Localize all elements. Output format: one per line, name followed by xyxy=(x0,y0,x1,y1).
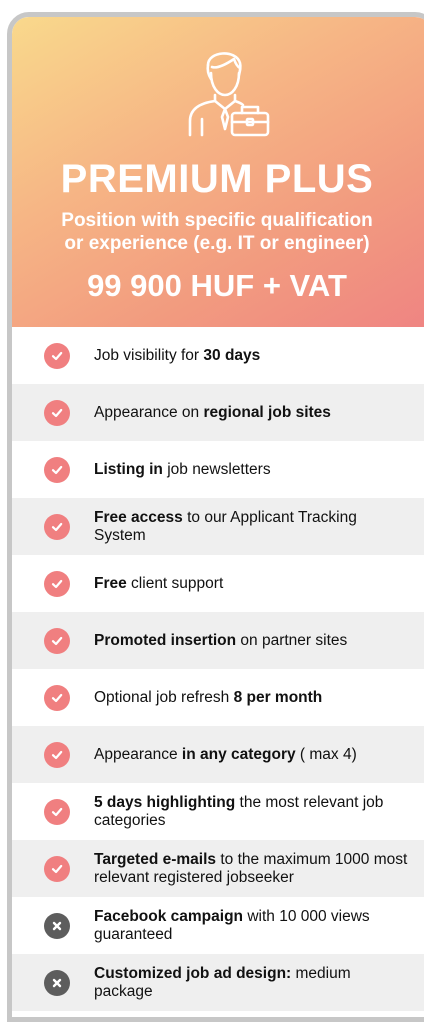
feature-row: Appearance in any category ( max 4) xyxy=(12,726,424,783)
check-icon xyxy=(44,627,70,654)
check-icon xyxy=(44,399,70,426)
check-icon xyxy=(44,684,70,711)
cross-icon xyxy=(44,969,70,996)
check-icon xyxy=(44,570,70,597)
feature-text-part: Appearance xyxy=(94,745,182,763)
feature-text: Appearance in any category ( max 4) xyxy=(94,746,408,764)
feature-text: Listing in job newsletters xyxy=(94,461,408,479)
feature-text: Customized job ad design: medium package xyxy=(94,965,408,1001)
feature-text-bold: 30 days xyxy=(203,346,261,364)
feature-text: Free access to our Applicant Tracking Sy… xyxy=(94,509,408,545)
feature-text-part: ( max 4) xyxy=(295,745,357,763)
plan-subtitle: Position with specific qualification or … xyxy=(12,209,422,255)
pricing-card: PREMIUM PLUS Position with specific qual… xyxy=(7,12,424,1022)
cross-icon xyxy=(44,912,70,939)
feature-text-part: on partner sites xyxy=(236,631,348,649)
feature-row: Facebook campaign with 10 000 views guar… xyxy=(12,897,424,954)
feature-row: Targeted e-mails to the maximum 1000 mos… xyxy=(12,840,424,897)
feature-text: Appearance on regional job sites xyxy=(94,404,408,422)
plan-subtitle-line-2: or experience (e.g. IT or engineer) xyxy=(64,233,370,254)
check-icon xyxy=(44,342,70,369)
feature-text-bold: Customized job ad design: xyxy=(94,964,292,982)
feature-text-part: Optional job refresh xyxy=(94,688,234,706)
feature-text-bold: regional job sites xyxy=(203,403,331,421)
feature-list: Job visibility for 30 days Appearance on … xyxy=(12,327,424,1011)
feature-text-part: Appearance on xyxy=(94,403,204,421)
plan-price: 99 900 HUF + VAT xyxy=(87,268,347,303)
businessman-briefcase-icon xyxy=(188,52,270,137)
feature-text: Targeted e-mails to the maximum 1000 mos… xyxy=(94,851,408,887)
feature-text: 5 days highlighting the most relevant jo… xyxy=(94,794,408,830)
feature-row: Appearance on regional job sites xyxy=(12,384,424,441)
feature-text-bold: Facebook campaign xyxy=(94,907,244,925)
feature-row: Optional job refresh 8 per month xyxy=(12,669,424,726)
plan-subtitle-line-1: Position with specific qualification xyxy=(61,210,373,231)
feature-text: Free client support xyxy=(94,575,408,593)
feature-text-bold: Promoted insertion xyxy=(94,631,237,649)
feature-text: Facebook campaign with 10 000 views guar… xyxy=(94,908,408,944)
feature-row: Job visibility for 30 days xyxy=(12,327,424,384)
feature-text-bold: in any category xyxy=(181,745,296,763)
feature-text-bold: 5 days highlighting xyxy=(94,793,236,811)
feature-text-bold: 8 per month xyxy=(233,688,323,706)
feature-row: Free client support xyxy=(12,555,424,612)
check-icon xyxy=(44,513,70,540)
check-icon xyxy=(44,855,70,882)
feature-text: Optional job refresh 8 per month xyxy=(94,689,408,707)
feature-text-bold: Free access xyxy=(94,508,183,526)
feature-row: 5 days highlighting the most relevant jo… xyxy=(12,783,424,840)
feature-text-part: job newsletters xyxy=(162,460,271,478)
feature-text-bold: Targeted e-mails xyxy=(94,850,217,868)
plan-title: PREMIUM PLUS xyxy=(60,157,374,201)
feature-row: Customized job ad design: medium package xyxy=(12,954,424,1011)
feature-text-bold: Listing in xyxy=(94,460,163,478)
feature-row: Promoted insertion on partner sites xyxy=(12,612,424,669)
check-icon xyxy=(44,456,70,483)
feature-row: Listing in job newsletters xyxy=(12,441,424,498)
feature-row: Free access to our Applicant Tracking Sy… xyxy=(12,498,424,555)
feature-text-part: client support xyxy=(126,574,224,592)
feature-text-bold: Free xyxy=(94,574,127,592)
feature-text: Promoted insertion on partner sites xyxy=(94,632,408,650)
pricing-header: PREMIUM PLUS Position with specific qual… xyxy=(12,17,424,327)
feature-text-part: Job visibility for xyxy=(94,346,204,364)
feature-text: Job visibility for 30 days xyxy=(94,347,408,365)
check-icon xyxy=(44,741,70,768)
check-icon xyxy=(44,798,70,825)
